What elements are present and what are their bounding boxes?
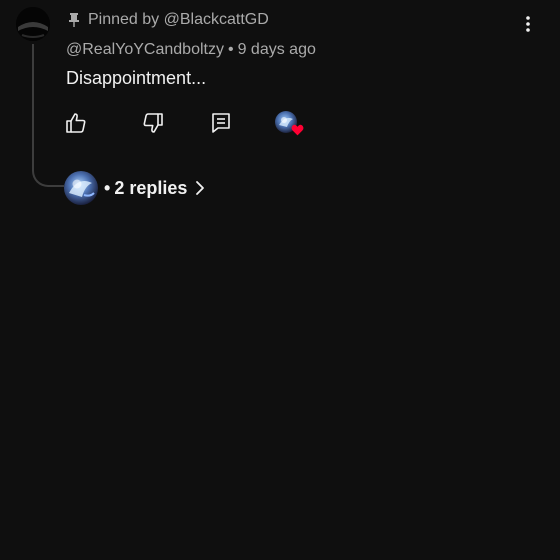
pinned-label: Pinned by @BlackcattGD xyxy=(88,11,269,28)
comment-timestamp[interactable]: 9 days ago xyxy=(238,41,316,58)
replies-count-label: • 2 replies xyxy=(104,178,187,199)
comment-icon xyxy=(212,113,230,133)
reply-button[interactable] xyxy=(208,110,234,136)
reply-author-avatar xyxy=(64,171,98,205)
chevron-right-icon xyxy=(195,180,205,196)
comment-meta: @RealYoYCandboltzy • 9 days ago xyxy=(66,41,316,59)
more-options-button[interactable] xyxy=(516,12,540,36)
pinned-indicator: Pinned by @BlackcattGD xyxy=(66,9,269,31)
creator-heart-badge xyxy=(275,111,305,138)
dislike-button[interactable] xyxy=(140,110,166,136)
like-button[interactable] xyxy=(63,110,89,136)
comment-body: Disappointment... xyxy=(66,68,207,88)
more-vert-icon xyxy=(526,16,530,32)
commenter-avatar[interactable] xyxy=(16,7,50,41)
comment-thread: Pinned by @BlackcattGD @RealYoYCandboltz… xyxy=(0,0,560,560)
meta-separator: • xyxy=(227,41,234,58)
thumbs-up-icon xyxy=(66,113,86,133)
replies-count: 2 replies xyxy=(114,177,188,198)
creator-heart-icon xyxy=(291,124,304,136)
author-handle[interactable]: @RealYoYCandboltzy xyxy=(66,41,224,58)
thumbs-down-icon xyxy=(143,113,163,133)
view-replies-button[interactable]: • 2 replies xyxy=(64,171,205,205)
thread-connector-line xyxy=(32,44,64,187)
replies-separator: • xyxy=(104,177,111,198)
pin-icon xyxy=(66,12,82,28)
